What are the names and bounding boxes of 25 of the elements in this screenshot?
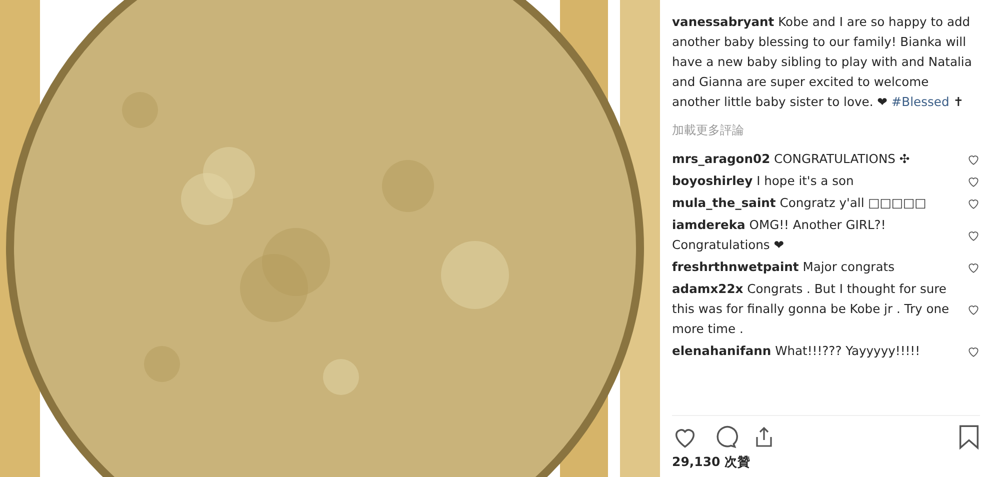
comment-text: boyoshirley I hope it's a son — [672, 173, 855, 190]
like-heart-icon[interactable] — [967, 228, 980, 242]
like-heart-icon[interactable] — [967, 174, 980, 188]
like-heart-icon[interactable] — [967, 152, 980, 166]
username-link[interactable]: iamdereka — [672, 218, 746, 232]
likes-count: 29,130 次贊 — [672, 454, 752, 471]
bookmark-icon[interactable] — [958, 424, 980, 450]
comment-text: freshrthnwetpaint Major congrats — [672, 259, 896, 276]
username-link[interactable]: mula_the_saint — [672, 196, 776, 210]
username-link[interactable]: vanessabryant — [672, 15, 774, 29]
username-link[interactable]: adamx22x — [672, 282, 744, 296]
caption-text: vanessabryant Kobe and I are so happy to add another baby blessing to our family! Bianka will have a new baby sibling to play with and Natalia and Gianna are super excited to welcome another little baby sister to love. ❤ #Blessed ✝ — [672, 14, 973, 111]
username-link[interactable]: mrs_aragon02 — [672, 152, 770, 166]
comment-text: mula_the_saint Congratz y'all □□□□□ — [672, 195, 928, 212]
like-heart-icon[interactable] — [967, 196, 980, 210]
like-heart-icon[interactable] — [967, 344, 980, 358]
like-heart-icon[interactable] — [967, 260, 980, 274]
hashtag-link[interactable]: #Blessed — [891, 95, 950, 109]
comment-text: elenahanifann What!!!??? Yayyyyy!!!!! — [672, 343, 922, 360]
like-heart-icon[interactable] — [967, 302, 980, 316]
comment-text: mrs_aragon02 CONGRATULATIONS ✣ — [672, 151, 911, 168]
username-link[interactable]: boyoshirley — [672, 174, 753, 188]
username-link[interactable]: freshrthnwetpaint — [672, 260, 799, 274]
comment-text: adamx22x Congrats . But I thought for sure this was for finally gonna be Kobe jr . Try one more time . — [672, 281, 950, 338]
username-link[interactable]: elenahanifann — [672, 344, 772, 358]
